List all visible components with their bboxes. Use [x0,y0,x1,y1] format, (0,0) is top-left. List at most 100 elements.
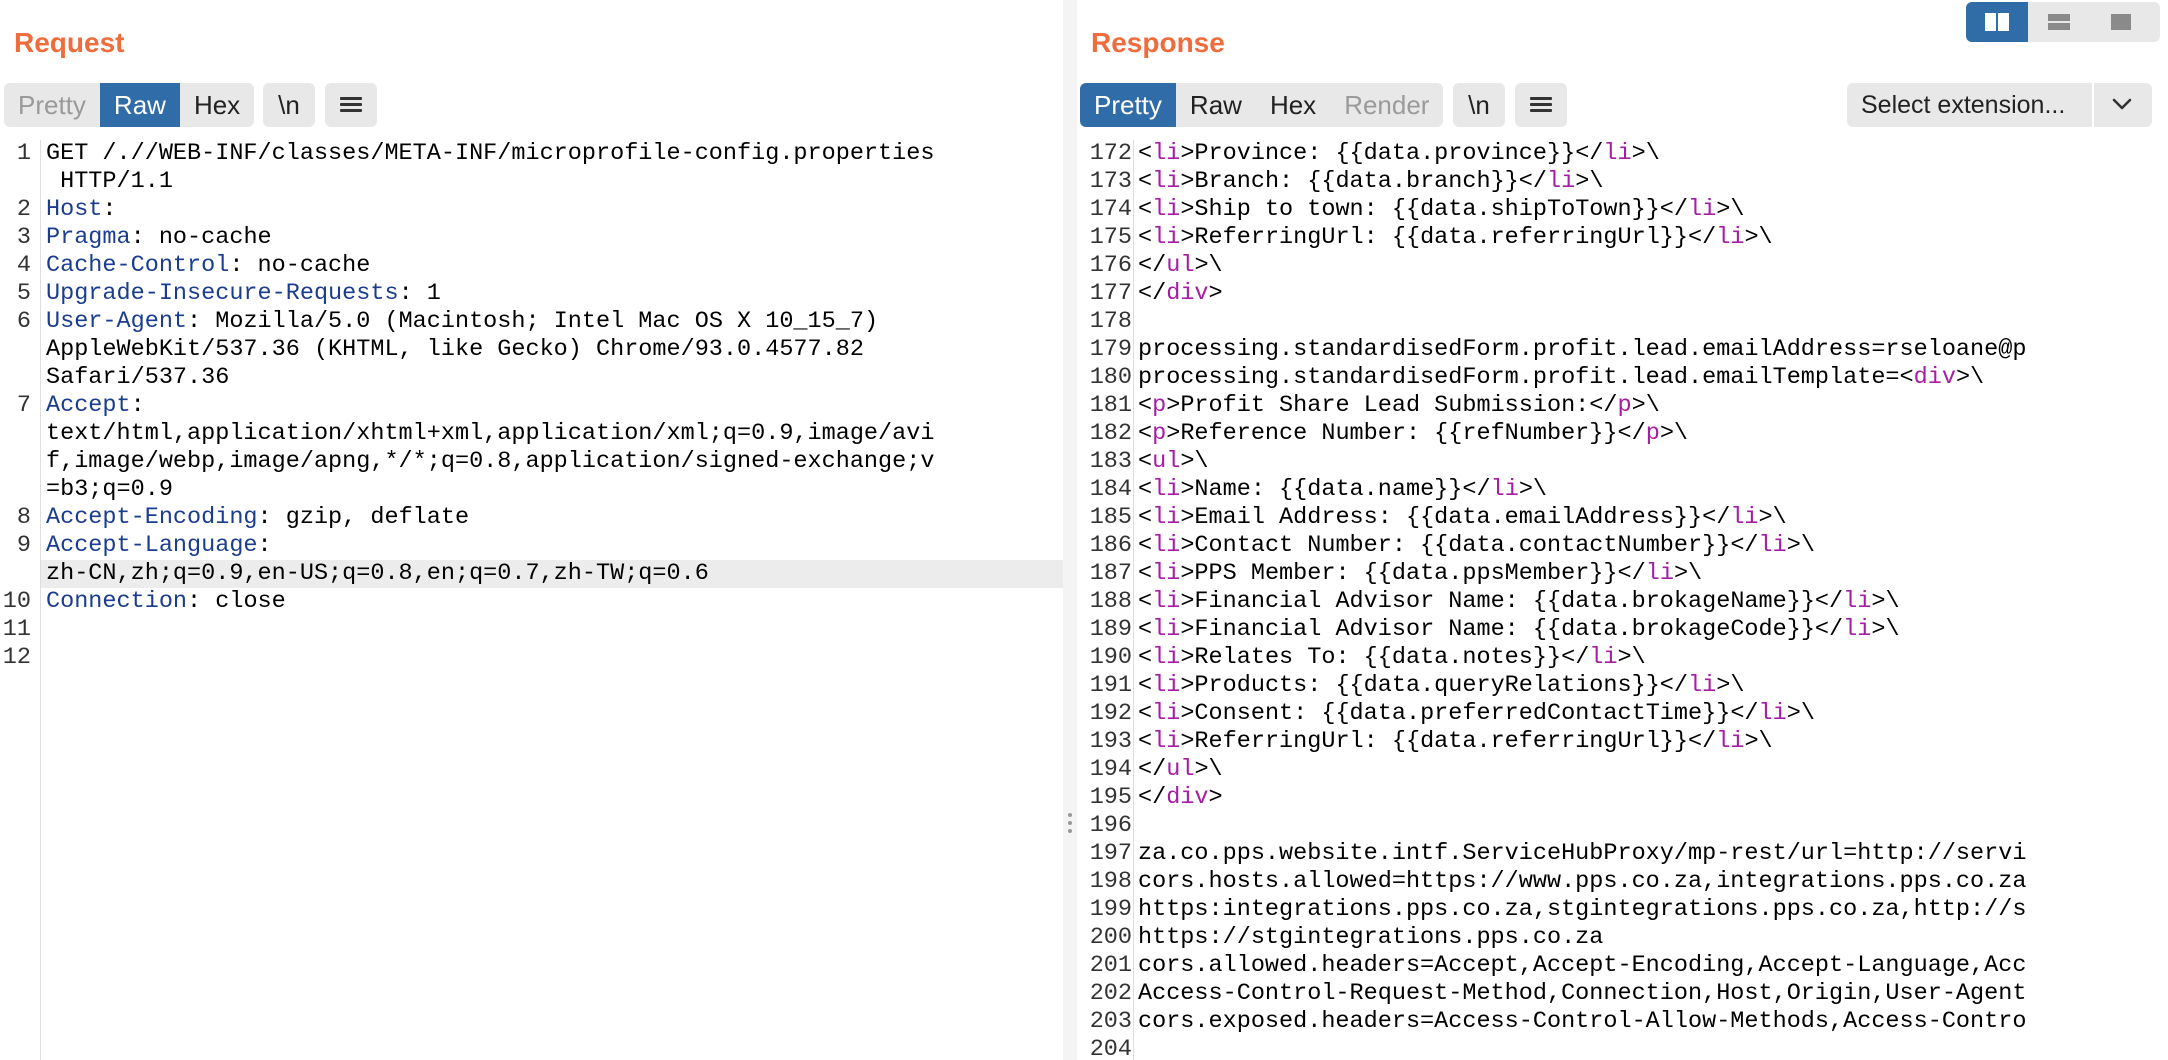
code-text: >\ [1871,588,1900,615]
select-extension-dropdown[interactable]: Select extension... [1847,83,2152,127]
code-text: >\ [1194,756,1223,783]
response-tab-render[interactable]: Render [1330,83,1443,127]
code-text: < [1138,672,1153,699]
response-code[interactable]: <li>Province: {{data.province}}</li>\ <li… [1138,140,2026,1060]
response-line-numbers: 172 173 174 175 176 177 178 179 180 181 182 183 184 1… [1077,140,1132,1060]
code-line[interactable]: Accept-Encoding: gzip, deflate [46,504,934,532]
code-line[interactable] [46,616,934,644]
pane-splitter[interactable] [1063,0,1077,1060]
code-line[interactable]: <p>Profit Share Lead Submission:</p>\ [1138,392,2026,420]
code-line[interactable]: <li>Province: {{data.province}}</li>\ [1138,140,2026,168]
code-line[interactable]: processing.standardisedForm.profit.lead.… [1138,364,2026,392]
code-line[interactable]: <li>PPS Member: {{data.ppsMember}}</li>\ [1138,560,2026,588]
code-line[interactable]: <li>Products: {{data.queryRelations}}</l… [1138,672,2026,700]
code-line[interactable] [1138,308,2026,336]
code-line[interactable]: cors.allowed.headers=Accept,Accept-Encod… [1138,952,2026,980]
code-line[interactable]: </div> [1138,784,2026,812]
code-line[interactable]: Upgrade-Insecure-Requests: 1 [46,280,934,308]
code-line[interactable]: https://stgintegrations.pps.co.za [1138,924,2026,952]
code-line[interactable]: <li>ReferringUrl: {{data.referringUrl}}<… [1138,728,2026,756]
code-line[interactable]: f,image/webp,image/apng,*/*;q=0.8,applic… [46,448,934,476]
code-line[interactable]: za.co.pps.website.intf.ServiceHubProxy/m… [1138,840,2026,868]
code-line[interactable]: <ul>\ [1138,448,2026,476]
code-line[interactable]: Accept-Language: [46,532,934,560]
html-tag-name: li [1758,532,1787,559]
line-number: 190 [1089,644,1132,671]
line-number [0,448,31,476]
html-tag-name: p [1617,392,1632,419]
response-tab-raw[interactable]: Raw [1176,83,1256,127]
request-menu-button[interactable] [325,83,377,127]
code-line[interactable]: https:integrations.pps.co.za,stgintegrat… [1138,896,2026,924]
code-line[interactable]: cors.hosts.allowed=https://www.pps.co.za… [1138,868,2026,896]
code-text: >Branch: {{data.branch}}</ [1180,168,1547,195]
html-tag-name: li [1843,616,1872,643]
code-line[interactable] [1138,812,2026,840]
code-line[interactable]: Safari/537.36 [46,364,934,392]
code-line[interactable]: <li>Contact Number: {{data.contactNumber… [1138,532,2026,560]
request-tab-hex[interactable]: Hex [180,83,254,127]
response-tab-pretty[interactable]: Pretty [1080,83,1176,127]
code-line[interactable]: GET /.//WEB-INF/classes/META-INF/micropr… [46,140,934,168]
line-number: 204 [1089,1036,1132,1060]
code-text: < [1138,560,1153,587]
line-number: 202 [1089,980,1132,1007]
code-line[interactable]: processing.standardisedForm.profit.lead.… [1138,336,2026,364]
code-text: < [1138,420,1153,447]
code-line[interactable]: <li>Consent: {{data.preferredContactTime… [1138,700,2026,728]
code-line[interactable]: User-Agent: Mozilla/5.0 (Macintosh; Inte… [46,308,934,336]
code-line[interactable]: <li>Financial Advisor Name: {{data.broka… [1138,588,2026,616]
code-line[interactable]: </ul>\ [1138,252,2026,280]
code-text: < [1138,504,1153,531]
hamburger-icon [340,97,362,113]
code-text: processing.standardisedForm.profit.lead.… [1138,364,1914,391]
code-line[interactable]: <li>Ship to town: {{data.shipToTown}}</l… [1138,196,2026,224]
code-line[interactable]: zh-CN,zh;q=0.9,en-US;q=0.8,en;q=0.7,zh-T… [46,560,934,588]
code-line[interactable]: <li>Name: {{data.name}}</li>\ [1138,476,2026,504]
code-text: >Financial Advisor Name: {{data.brokageC… [1180,616,1844,643]
code-line[interactable]: <li>Relates To: {{data.notes}}</li>\ [1138,644,2026,672]
line-number: 7 [16,392,31,419]
code-line[interactable]: Access-Control-Request-Method,Connection… [1138,980,2026,1008]
code-line[interactable]: text/html,application/xhtml+xml,applicat… [46,420,934,448]
code-line[interactable]: Cache-Control: no-cache [46,252,934,280]
code-line[interactable]: Accept: [46,392,934,420]
html-tag-name: ul [1166,756,1195,783]
code-line[interactable]: <li>Financial Advisor Name: {{data.broka… [1138,616,2026,644]
code-line[interactable]: Connection: close [46,588,934,616]
html-tag-name: li [1843,588,1872,615]
code-line[interactable]: </ul>\ [1138,756,2026,784]
line-number: 12 [2,644,31,671]
request-code[interactable]: GET /.//WEB-INF/classes/META-INF/micropr… [46,140,934,672]
line-number: 197 [1089,840,1132,867]
request-editor[interactable]: 1 2 3 4 5 6 7 8 9 10 11 12 GET /.//WEB-INF/classes/… [0,140,1063,1060]
response-menu-button[interactable] [1515,83,1567,127]
code-line[interactable]: <li>Email Address: {{data.emailAddress}}… [1138,504,2026,532]
layout-split-columns-button[interactable] [1966,2,2028,42]
line-number: 199 [1089,896,1132,923]
request-newline-toggle[interactable]: \n [263,83,315,127]
code-line[interactable]: <p>Reference Number: {{refNumber}}</p>\ [1138,420,2026,448]
code-line[interactable]: cors.exposed.headers=Access-Control-Allo… [1138,1008,2026,1036]
request-tab-pretty[interactable]: Pretty [4,83,100,127]
code-line[interactable]: =b3;q=0.9 [46,476,934,504]
code-line[interactable]: Host: [46,196,934,224]
html-tag-name: p [1645,420,1660,447]
code-line[interactable]: </div> [1138,280,2026,308]
response-tab-hex[interactable]: Hex [1256,83,1330,127]
code-line[interactable]: HTTP/1.1 [46,168,934,196]
code-line[interactable]: Pragma: no-cache [46,224,934,252]
layout-single-pane-button[interactable] [2090,2,2152,42]
code-text: cors.exposed.headers=Access-Control-Allo… [1138,1008,2027,1035]
response-newline-toggle[interactable]: \n [1453,83,1505,127]
code-line[interactable] [46,644,934,672]
request-tab-raw[interactable]: Raw [99,83,180,127]
layout-split-rows-button[interactable] [2028,2,2090,42]
code-line[interactable] [1138,1036,2026,1060]
response-editor[interactable]: 172 173 174 175 176 177 178 179 180 181 182 183 184 1… [1077,140,2168,1060]
code-line[interactable]: <li>Branch: {{data.branch}}</li>\ [1138,168,2026,196]
code-text: >\ [1631,392,1660,419]
code-line[interactable]: AppleWebKit/537.36 (KHTML, like Gecko) C… [46,336,934,364]
code-line[interactable]: <li>ReferringUrl: {{data.referringUrl}}<… [1138,224,2026,252]
code-text: < [1138,532,1153,559]
